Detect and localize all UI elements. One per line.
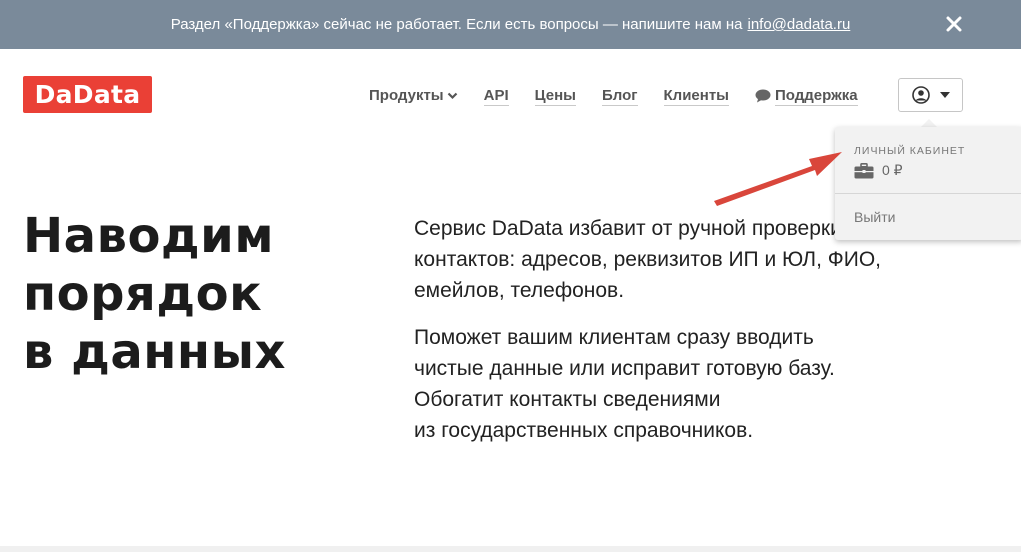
logo-text: DaData xyxy=(34,80,141,109)
account-balance[interactable]: 0 ₽ xyxy=(854,162,903,179)
hero-text-line: чистые данные или исправит готовую базу. xyxy=(414,357,835,380)
hero-text-line: емейлов, телефонов. xyxy=(414,279,625,302)
footer-strip xyxy=(0,546,1021,552)
user-menu-button[interactable] xyxy=(898,78,963,112)
notice-text: Раздел «Поддержка» сейчас не работает. Е… xyxy=(170,16,743,33)
chat-bubble-icon xyxy=(755,89,771,103)
caret-down-icon xyxy=(939,92,950,98)
hero-description: Сервис DaData избавит от ручной проверки… xyxy=(414,213,1014,462)
nav-item-prices[interactable]: Цены xyxy=(534,86,576,106)
logout-link[interactable]: Выйти xyxy=(854,209,895,225)
notice-email-link[interactable]: info@dadata.ru xyxy=(748,16,851,33)
nav-item-label: Клиенты xyxy=(663,86,729,106)
account-dropdown: Личный кабинет 0 ₽ Выйти xyxy=(835,127,1021,240)
user-icon xyxy=(911,86,930,104)
hero-paragraph-2: Поможет вашим клиентам сразу вводить чис… xyxy=(414,322,1014,446)
nav-item-label: Продукты xyxy=(369,87,444,104)
nav-item-clients[interactable]: Клиенты xyxy=(663,86,729,106)
balance-value: 0 ₽ xyxy=(882,162,903,178)
chevron-down-icon xyxy=(447,92,457,100)
nav-item-label: Блог xyxy=(602,86,638,106)
nav-item-label: Цены xyxy=(534,86,576,106)
hero-text-line: из государственных справочников. xyxy=(414,419,754,442)
hero-text-line: Поможет вашим клиентам сразу вводить xyxy=(414,326,814,349)
logo[interactable]: DaData xyxy=(23,76,152,113)
account-title: Личный кабинет xyxy=(854,145,966,157)
nav-item-api[interactable]: API xyxy=(483,86,509,106)
close-icon[interactable] xyxy=(945,15,963,33)
dropdown-divider xyxy=(835,193,1021,194)
nav-item-label: API xyxy=(483,86,509,106)
nav-item-support[interactable]: Поддержка xyxy=(755,87,858,106)
nav-item-products[interactable]: Продукты xyxy=(369,87,458,105)
nav-item-blog[interactable]: Блог xyxy=(602,87,638,106)
hero-title: Наводим порядок в данных xyxy=(23,207,383,381)
notice-banner: Раздел «Поддержка» сейчас не работает. Е… xyxy=(0,0,1021,49)
hero-text-line: Обогатит контакты сведениями xyxy=(414,388,721,411)
nav-item-label: Поддержка xyxy=(775,86,858,106)
hero-title-line: в данных xyxy=(23,324,286,380)
hero-text-line: контактов: адресов, реквизитов ИП и ЮЛ, … xyxy=(414,248,881,271)
briefcase-icon xyxy=(854,162,874,178)
hero-title-line: порядок xyxy=(23,266,263,322)
hero-title-line: Наводим xyxy=(23,208,275,264)
main-nav: Продукты API Цены Блог Клиенты Поддержка xyxy=(369,86,884,106)
